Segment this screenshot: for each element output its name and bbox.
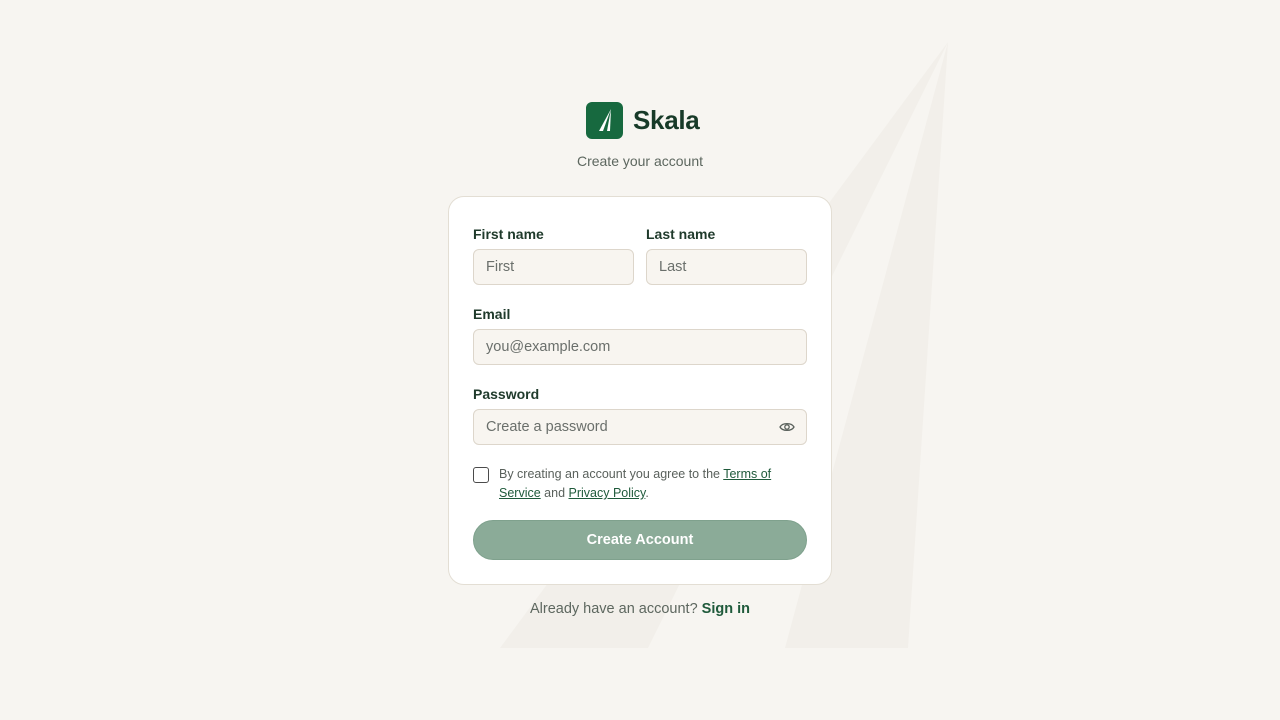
signin-prompt: Already have an account? Sign in: [0, 601, 1280, 617]
skala-logo-icon: [586, 101, 623, 139]
first-name-label: First name: [473, 226, 544, 242]
last-name-label: Last name: [646, 226, 716, 242]
eye-icon[interactable]: [778, 418, 796, 436]
sign-in-link[interactable]: Sign in: [702, 601, 750, 617]
terms-suffix: .: [645, 486, 649, 500]
password-label: Password: [473, 386, 540, 402]
terms-middle: and: [540, 486, 569, 500]
password-input[interactable]: [473, 409, 807, 445]
terms-checkbox[interactable]: [473, 467, 489, 483]
create-account-button[interactable]: Create Account: [473, 520, 807, 560]
terms-prefix: By creating an account you agree to the: [499, 467, 724, 481]
terms-text: By creating an account you agree to the …: [499, 465, 799, 503]
brand: Skala: [586, 101, 700, 139]
signin-prompt-text: Already have an account?: [529, 601, 698, 617]
privacy-policy-link[interactable]: Privacy Policy: [569, 486, 646, 500]
page-subtitle: Create your account: [576, 153, 704, 169]
last-name-input[interactable]: [646, 249, 807, 285]
email-input[interactable]: [473, 329, 807, 365]
first-name-input[interactable]: [473, 249, 634, 285]
brand-name: Skala: [633, 104, 700, 135]
email-label: Email: [473, 306, 511, 322]
signup-card: First name Last name Email Password By c…: [448, 196, 832, 585]
